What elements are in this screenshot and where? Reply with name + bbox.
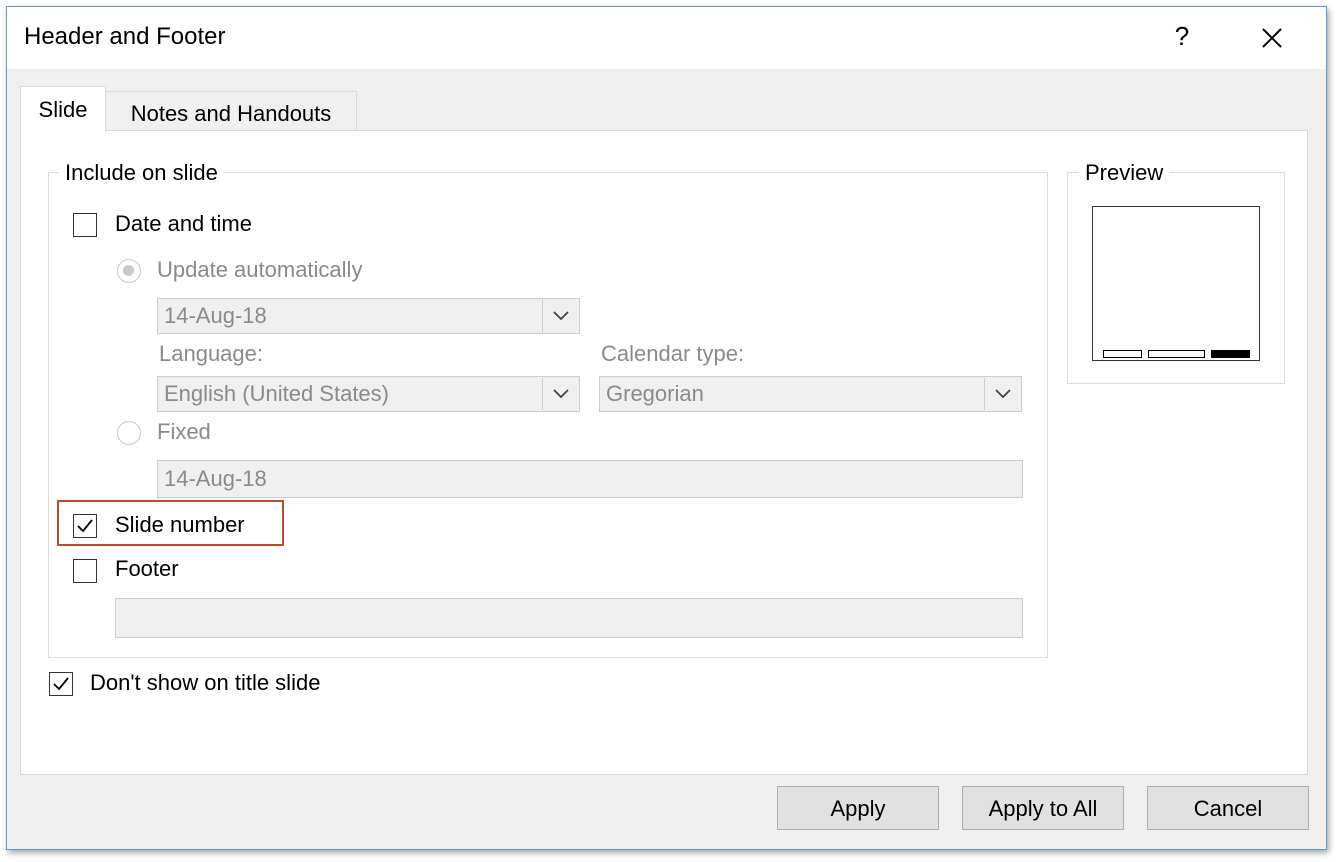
fixed-date-value: 14-Aug-18 — [164, 466, 267, 491]
calendar-type-combo[interactable]: Gregorian — [599, 376, 1022, 412]
preview-legend: Preview — [1079, 160, 1170, 186]
header-footer-dialog: Header and Footer ? Slide Notes and Hand… — [6, 6, 1327, 850]
calendar-type-label: Calendar type: — [601, 341, 745, 366]
language-combo[interactable]: English (United States) — [157, 376, 580, 412]
date-format-dropdown-button[interactable] — [542, 300, 578, 332]
dialog-title: Header and Footer — [24, 23, 226, 50]
footer-checkbox[interactable] — [73, 559, 97, 583]
checkmark-icon — [53, 677, 69, 691]
calendar-type-dropdown-button[interactable] — [984, 378, 1020, 410]
update-automatically-radio[interactable] — [117, 259, 141, 283]
radio-selected-dot — [123, 265, 134, 276]
date-time-label: Date and time — [115, 211, 252, 236]
apply-to-all-button[interactable]: Apply to All — [962, 786, 1124, 830]
preview-date-placeholder — [1103, 350, 1142, 358]
footer-label: Footer — [115, 556, 179, 581]
update-automatically-label: Update automatically — [157, 257, 363, 282]
date-time-checkbox[interactable] — [73, 213, 97, 237]
fixed-date-field[interactable]: 14-Aug-18 — [157, 460, 1023, 498]
help-button[interactable]: ? — [1167, 21, 1197, 55]
slide-number-checkbox[interactable] — [73, 514, 97, 538]
chevron-down-icon — [553, 389, 569, 399]
date-format-value: 14-Aug-18 — [164, 303, 267, 328]
fixed-label: Fixed — [157, 419, 211, 444]
dont-show-title-checkbox[interactable] — [49, 672, 73, 696]
close-icon — [1262, 28, 1282, 48]
fixed-radio[interactable] — [117, 421, 141, 445]
preview-footer-placeholder — [1148, 350, 1205, 358]
dont-show-title-label: Don't show on title slide — [90, 670, 321, 695]
chevron-down-icon — [995, 389, 1011, 399]
slide-tab-panel: Include on slide Date and time Update au… — [20, 130, 1308, 775]
preview-slide-number-placeholder — [1211, 350, 1250, 358]
include-on-slide-group — [48, 172, 1048, 658]
include-on-slide-legend: Include on slide — [59, 160, 224, 186]
language-dropdown-button[interactable] — [542, 378, 578, 410]
footer-text-field[interactable] — [115, 598, 1023, 638]
cancel-button[interactable]: Cancel — [1147, 786, 1309, 830]
title-bar: Header and Footer ? — [7, 7, 1326, 69]
chevron-down-icon — [553, 311, 569, 321]
apply-button[interactable]: Apply — [777, 786, 939, 830]
close-button[interactable] — [1255, 21, 1289, 55]
tab-slide[interactable]: Slide — [20, 86, 106, 132]
tab-notes-and-handouts[interactable]: Notes and Handouts — [105, 91, 357, 131]
checkmark-icon — [77, 519, 93, 533]
language-label: Language: — [159, 341, 263, 366]
language-value: English (United States) — [164, 381, 389, 406]
date-format-combo[interactable]: 14-Aug-18 — [157, 298, 580, 334]
calendar-type-value: Gregorian — [606, 381, 704, 406]
slide-number-label: Slide number — [115, 512, 245, 537]
slide-preview — [1092, 206, 1260, 361]
